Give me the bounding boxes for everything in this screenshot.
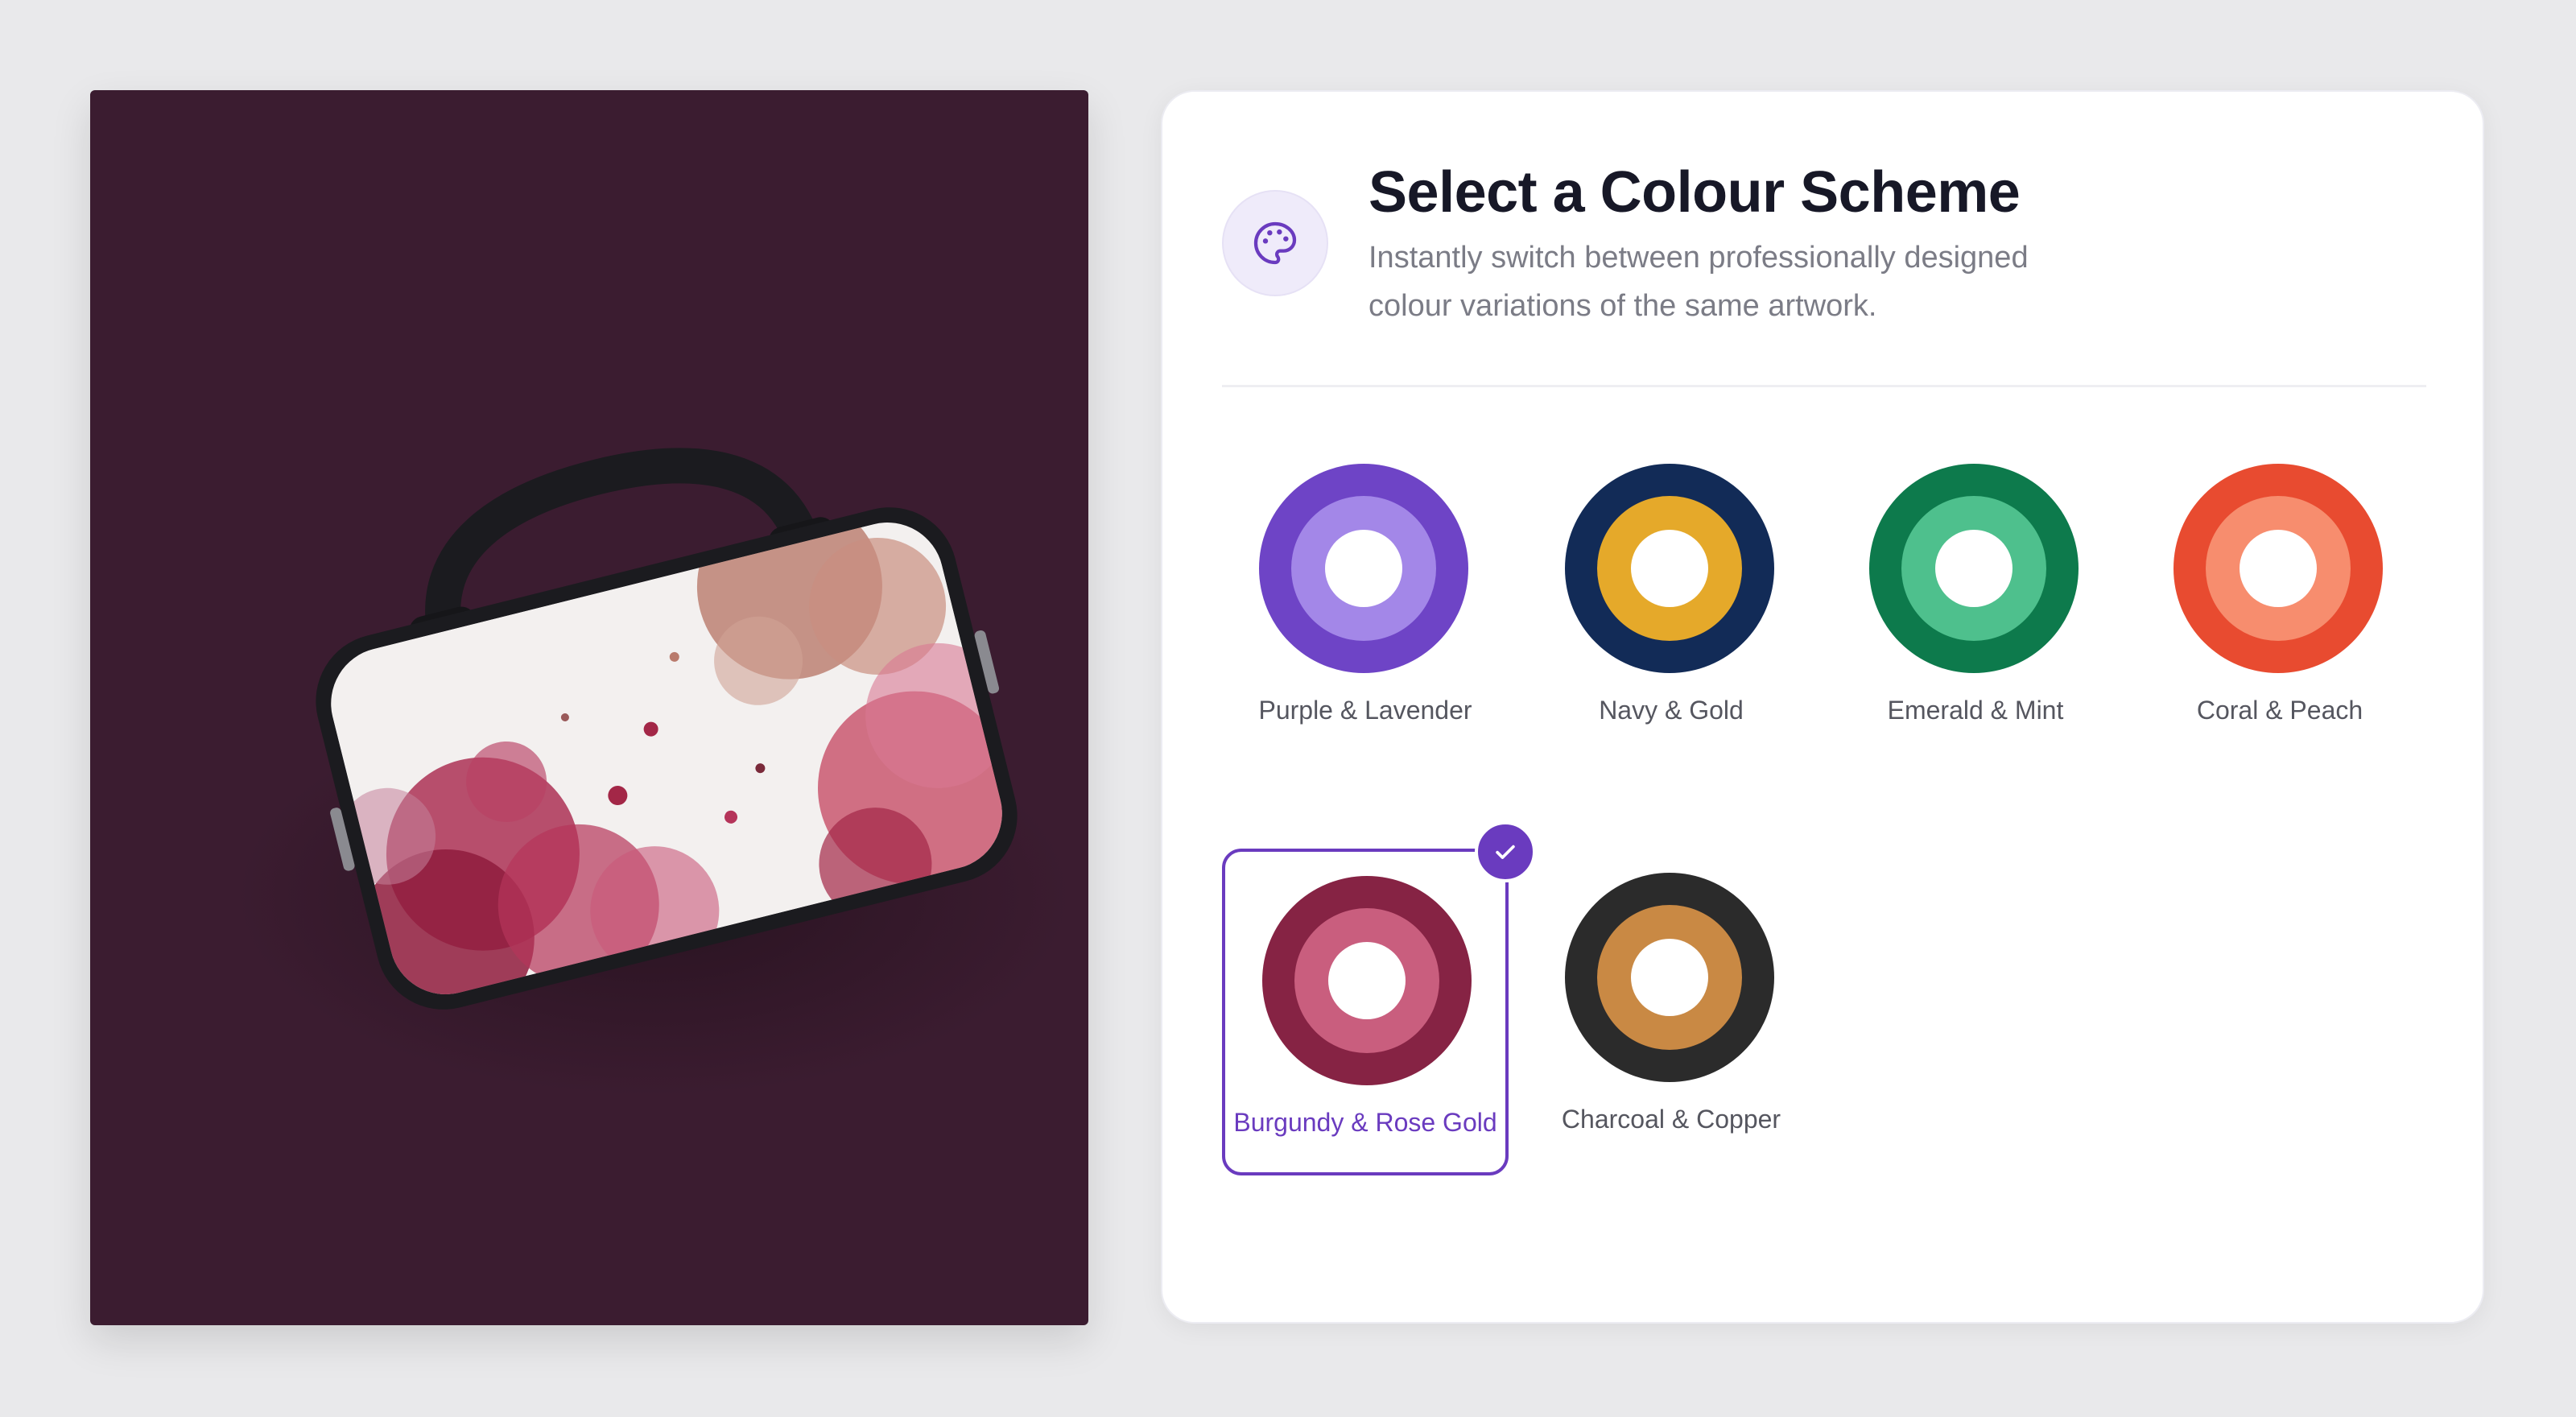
colour-scheme-option[interactable]: Purple & Lavender bbox=[1222, 440, 1509, 766]
swatch-inner-ring bbox=[2206, 496, 2351, 641]
page-subtitle: Instantly switch between professionally … bbox=[1368, 241, 2029, 323]
swatch-preview bbox=[2174, 464, 2383, 673]
swatch-core bbox=[1631, 939, 1708, 1016]
colour-scheme-panel: Select a Colour Scheme Instantly switch … bbox=[1161, 90, 2484, 1324]
swatch-label: Emerald & Mint bbox=[1887, 696, 2064, 725]
swatch-label: Coral & Peach bbox=[2196, 696, 2363, 725]
colour-scheme-option[interactable]: Emerald & Mint bbox=[1832, 440, 2119, 766]
swatch-inner-ring bbox=[1291, 496, 1436, 641]
swatch-core bbox=[1935, 530, 2013, 607]
laptop-bag-image bbox=[235, 448, 1072, 1097]
swatch-preview bbox=[1565, 464, 1774, 673]
swatch-core bbox=[2240, 530, 2317, 607]
colour-scheme-option[interactable]: Navy & Gold bbox=[1528, 440, 1814, 766]
colour-scheme-option[interactable]: Burgundy & Rose Gold bbox=[1222, 821, 1536, 1175]
swatch-core bbox=[1631, 530, 1708, 607]
swatch-inner-ring bbox=[1901, 496, 2046, 641]
swatch-preview bbox=[1565, 873, 1774, 1082]
selected-check-icon bbox=[1475, 821, 1536, 882]
page-title: Select a Colour Scheme bbox=[1368, 160, 2021, 225]
palette-icon-badge bbox=[1222, 190, 1328, 296]
swatch-preview bbox=[1262, 876, 1472, 1085]
colour-scheme-option[interactable]: Charcoal & Copper bbox=[1528, 849, 1814, 1175]
colour-scheme-option[interactable]: Coral & Peach bbox=[2136, 440, 2423, 766]
swatch-label: Navy & Gold bbox=[1599, 696, 1744, 725]
palette-icon bbox=[1253, 221, 1297, 265]
swatch-core bbox=[1328, 942, 1406, 1019]
swatch-label: Charcoal & Copper bbox=[1561, 1105, 1781, 1134]
swatch-label: Purple & Lavender bbox=[1258, 696, 1472, 725]
swatch-label: Burgundy & Rose Gold bbox=[1233, 1108, 1497, 1137]
swatch-preview bbox=[1869, 464, 2079, 673]
swatch-inner-ring bbox=[1597, 496, 1742, 641]
swatch-core bbox=[1325, 530, 1402, 607]
product-preview bbox=[90, 90, 1088, 1325]
swatch-inner-ring bbox=[1294, 908, 1439, 1053]
swatch-inner-ring bbox=[1597, 905, 1742, 1050]
divider bbox=[1222, 385, 2426, 387]
swatch-preview bbox=[1259, 464, 1468, 673]
